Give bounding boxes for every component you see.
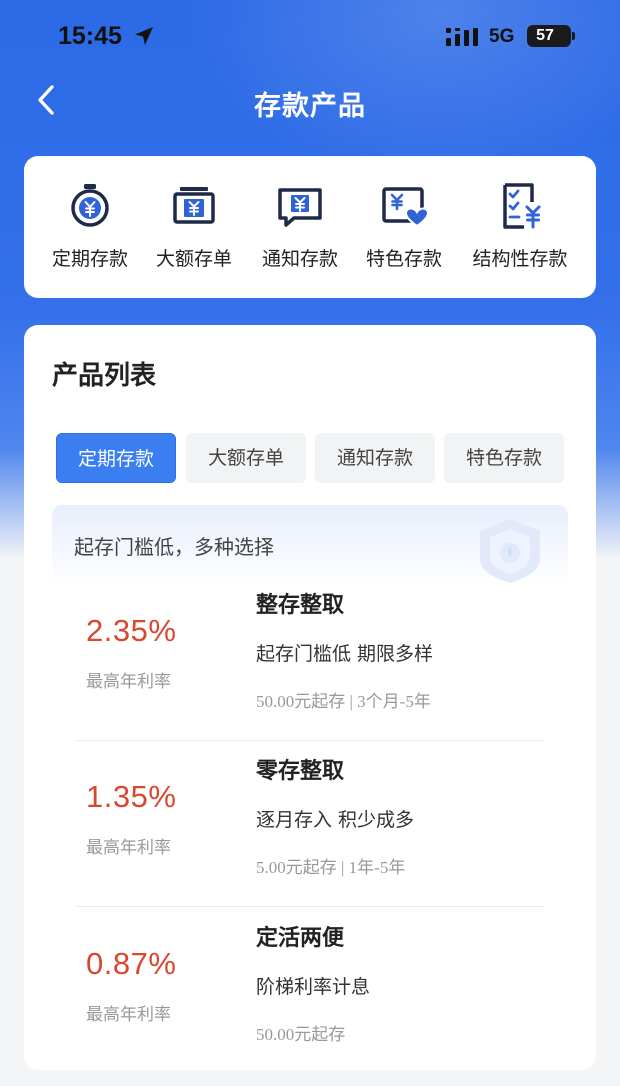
checklist-yuan-icon	[503, 183, 541, 229]
max-rate: 0.87%	[86, 946, 177, 981]
product-item-lump-sum[interactable]: 2.35% 最高年利率 整存整取 起存门槛低 期限多样 50.00元起存 | 3…	[76, 575, 544, 741]
category-large-cd[interactable]: 大额存单	[154, 180, 234, 271]
category-structured-deposit[interactable]: 结构性存款	[470, 180, 570, 271]
section-title: 产品列表	[52, 361, 157, 391]
product-terms: 50.00元起存 | 3个月-5年	[256, 692, 431, 711]
status-time: 15:45	[58, 22, 122, 50]
signal-icon	[446, 28, 478, 46]
rate-label: 最高年利率	[86, 838, 171, 858]
tab-special-deposit[interactable]: 特色存款	[444, 433, 564, 483]
tab-notice-deposit[interactable]: 通知存款	[315, 433, 435, 483]
tab-large-cd[interactable]: 大额存单	[186, 433, 306, 483]
card-heart-yuan-icon	[382, 187, 430, 228]
battery-cap	[572, 32, 575, 40]
category-card: 定期存款 大额存单 通知存款 特色存款 结构性存款	[24, 156, 596, 298]
product-name: 零存整取	[256, 759, 345, 784]
product-terms: 5.00元起存 | 1年-5年	[256, 858, 406, 877]
product-terms: 50.00元起存	[256, 1025, 346, 1044]
product-description: 起存门槛低 期限多样	[256, 643, 434, 665]
rate-label: 最高年利率	[86, 1005, 171, 1025]
product-description: 逐月存入 积少成多	[256, 809, 415, 831]
product-item-flexible[interactable]: 0.87% 最高年利率 定活两便 阶梯利率计息 50.00元起存	[76, 908, 544, 1070]
location-arrow-icon	[135, 27, 153, 45]
battery-icon: 57	[527, 25, 571, 47]
product-list-card: 产品列表 定期存款 大额存单 通知存款 特色存款 起存门槛低，多种选择 2.35…	[24, 325, 596, 1070]
category-label: 通知存款	[261, 248, 338, 270]
rate-label: 最高年利率	[86, 672, 171, 692]
category-fixed-deposit[interactable]: 定期存款	[50, 180, 130, 271]
network-type: 5G	[489, 26, 515, 47]
max-rate: 1.35%	[86, 779, 177, 814]
message-yuan-icon	[278, 188, 322, 227]
category-label: 大额存单	[155, 248, 232, 270]
product-name: 整存整取	[256, 593, 345, 618]
category-notice-deposit[interactable]: 通知存款	[260, 180, 340, 271]
banner-text: 起存门槛低，多种选择	[74, 535, 274, 559]
stopwatch-yuan-icon	[71, 184, 109, 227]
product-item-installment[interactable]: 1.35% 最高年利率 零存整取 逐月存入 积少成多 5.00元起存 | 1年-…	[76, 741, 544, 907]
category-label: 定期存款	[51, 248, 128, 270]
product-name: 定活两便	[256, 926, 345, 951]
max-rate: 2.35%	[86, 613, 177, 648]
certificate-yuan-icon	[173, 187, 215, 224]
battery-level: 57	[536, 27, 554, 44]
category-label: 结构性存款	[472, 248, 568, 270]
product-description: 阶梯利率计息	[256, 976, 371, 998]
category-label: 特色存款	[365, 248, 442, 270]
page-title: 存款产品	[254, 91, 366, 122]
status-bar: 15:45 5G 57	[0, 0, 620, 72]
promo-banner: 起存门槛低，多种选择	[52, 505, 568, 585]
tab-fixed-deposit[interactable]: 定期存款	[56, 433, 176, 483]
category-special-deposit[interactable]: 特色存款	[364, 180, 444, 271]
